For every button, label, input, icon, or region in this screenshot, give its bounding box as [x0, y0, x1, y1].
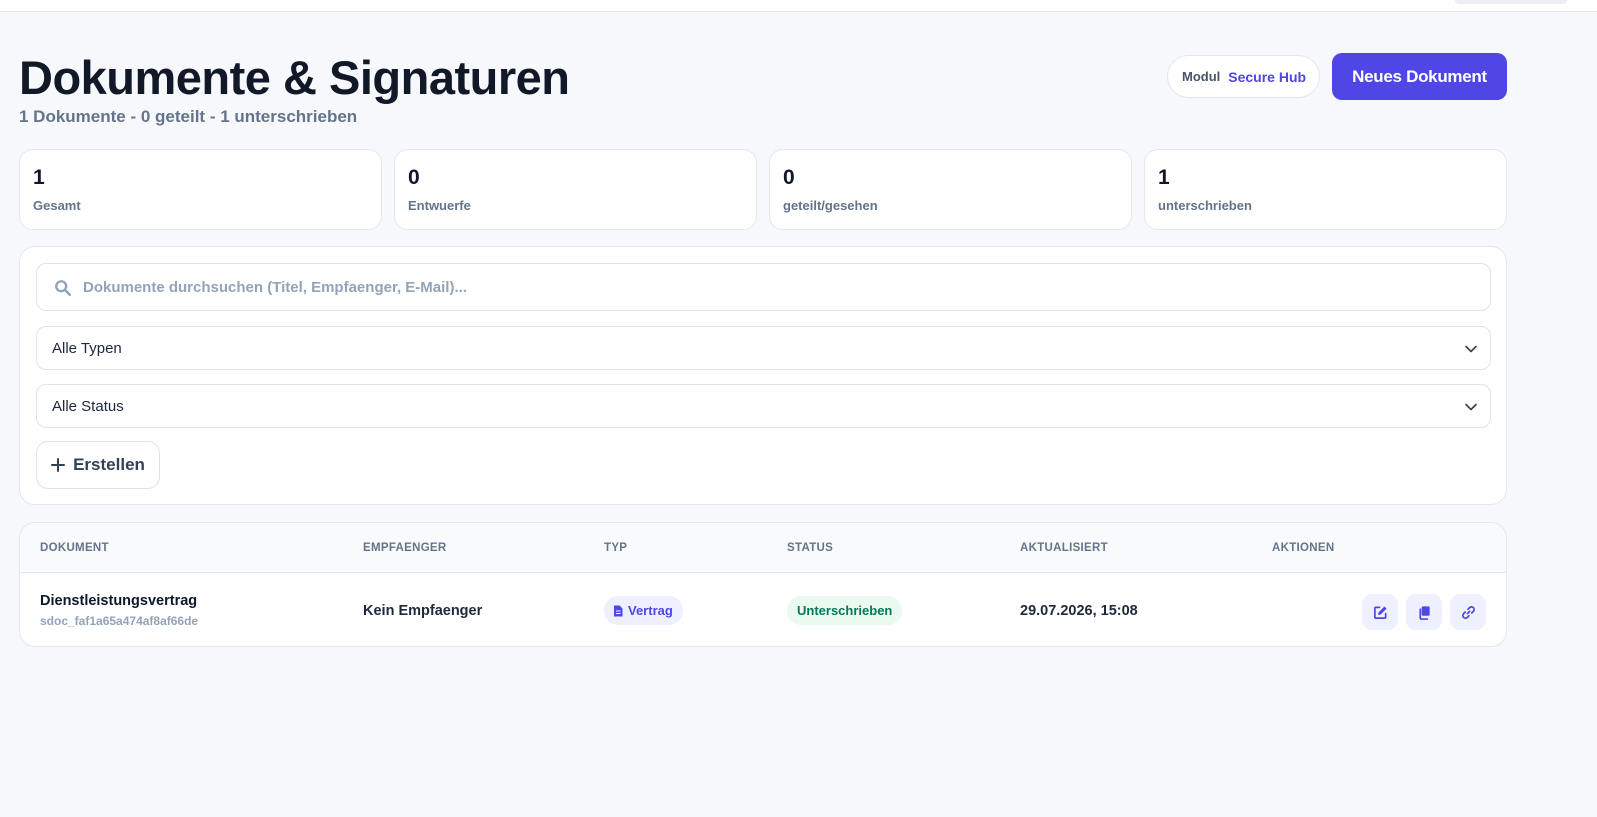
status-filter-select[interactable]: Alle Status	[36, 384, 1491, 428]
stat-label: geteilt/gesehen	[783, 198, 878, 213]
stat-label: Gesamt	[33, 198, 81, 213]
table-header: DOKUMENT EMPFAENGER TYP STATUS AKTUALISI…	[20, 523, 1506, 573]
documents-table: DOKUMENT EMPFAENGER TYP STATUS AKTUALISI…	[19, 522, 1507, 647]
document-icon	[614, 605, 623, 616]
type-filter-select[interactable]: Alle Typen	[36, 326, 1491, 370]
module-badge: Modul Secure Hub	[1167, 55, 1320, 98]
column-header-document: DOKUMENT	[40, 542, 109, 554]
column-header-status: STATUS	[787, 542, 834, 554]
type-badge: Vertrag	[604, 596, 683, 625]
stat-value: 1	[33, 166, 45, 189]
module-name: Secure Hub	[1228, 68, 1307, 85]
module-label: Modul	[1182, 69, 1221, 84]
stat-card-drafts: 0 Entwuerfe	[394, 149, 757, 230]
document-id: sdoc_faf1a65a474af8af66de	[40, 614, 199, 628]
create-button-label: Erstellen	[73, 455, 145, 474]
table-row[interactable]: Dienstleistungsvertrag sdoc_faf1a65a474a…	[20, 574, 1506, 646]
stat-label: unterschrieben	[1158, 198, 1252, 213]
plus-icon	[51, 458, 66, 472]
column-header-type: TYP	[604, 542, 628, 554]
edit-icon	[1373, 606, 1386, 619]
link-button[interactable]	[1450, 594, 1486, 630]
stat-card-signed: 1 unterschrieben	[1144, 149, 1507, 230]
status-filter-value: Alle Status	[52, 397, 124, 415]
stat-value: 0	[783, 166, 795, 189]
page-title: Dokumente & Signaturen	[19, 51, 570, 104]
search-box	[36, 263, 1491, 311]
column-header-recipient: EMPFAENGER	[363, 542, 447, 554]
type-badge-label: Vertrag	[628, 603, 673, 618]
document-title[interactable]: Dienstleistungsvertrag	[40, 593, 197, 609]
chevron-down-icon	[1465, 345, 1477, 353]
create-button[interactable]: Erstellen	[36, 441, 160, 489]
copy-button[interactable]	[1406, 594, 1442, 630]
edit-button[interactable]	[1362, 594, 1398, 630]
filter-panel: Alle Typen Alle Status Erstellen	[19, 246, 1507, 505]
search-input[interactable]	[83, 264, 1473, 310]
recipient-cell: Kein Empfaenger	[363, 603, 483, 619]
stat-label: Entwuerfe	[408, 198, 471, 213]
column-header-actions: AKTIONEN	[1272, 542, 1335, 554]
chevron-down-icon	[1465, 403, 1477, 411]
top-bar-user-menu-edge	[1455, 0, 1567, 4]
copy-icon	[1418, 605, 1430, 620]
status-badge: Unterschrieben	[787, 596, 903, 625]
new-document-button[interactable]: Neues Dokument	[1332, 53, 1507, 100]
link-icon	[1461, 605, 1475, 619]
page-subtitle: 1 Dokumente - 0 geteilt - 1 unterschrieb…	[19, 107, 358, 126]
stat-value: 1	[1158, 166, 1170, 189]
type-filter-value: Alle Typen	[52, 339, 122, 357]
top-bar	[0, 0, 1597, 12]
search-icon	[55, 280, 72, 297]
updated-cell: 29.07.2026, 15:08	[1020, 603, 1138, 619]
stat-value: 0	[408, 166, 420, 189]
stat-card-shared: 0 geteilt/gesehen	[769, 149, 1132, 230]
column-header-updated: AKTUALISIERT	[1020, 542, 1108, 554]
stat-card-total: 1 Gesamt	[19, 149, 382, 230]
